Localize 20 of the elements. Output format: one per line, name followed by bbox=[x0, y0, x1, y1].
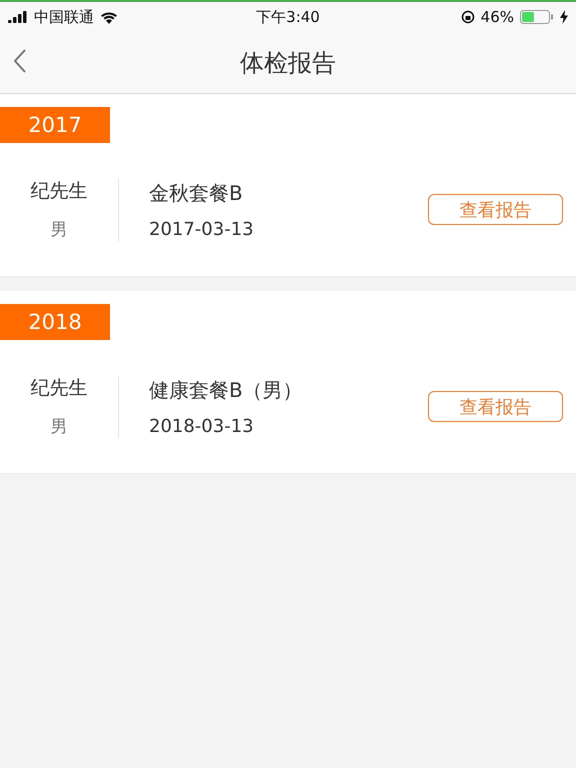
signal-icon bbox=[8, 11, 28, 23]
battery-icon bbox=[520, 10, 554, 24]
package-name: 健康套餐B（男） bbox=[149, 376, 304, 404]
year-tag: 2017 bbox=[0, 107, 110, 143]
year-tag: 2018 bbox=[0, 304, 110, 340]
exam-date: 2017-03-13 bbox=[149, 218, 255, 240]
package-name: 金秋套餐B bbox=[149, 180, 244, 206]
view-report-button[interactable]: 查看报告 bbox=[428, 194, 563, 225]
view-report-button[interactable]: 查看报告 bbox=[428, 391, 563, 422]
battery-percent: 46% bbox=[480, 8, 514, 26]
page-title: 体检报告 bbox=[240, 48, 336, 78]
exam-date: 2018-03-13 bbox=[149, 416, 255, 436]
patient-gender: 男 bbox=[50, 416, 68, 438]
rotation-lock-icon bbox=[460, 10, 475, 24]
patient-name: 纪先生 bbox=[30, 376, 88, 401]
patient-name: 纪先生 bbox=[30, 179, 88, 204]
patient-gender: 男 bbox=[50, 219, 68, 241]
carrier-name: 中国联通 bbox=[34, 8, 94, 26]
status-time: 下午3:40 bbox=[256, 8, 320, 26]
wifi-icon bbox=[100, 10, 118, 24]
